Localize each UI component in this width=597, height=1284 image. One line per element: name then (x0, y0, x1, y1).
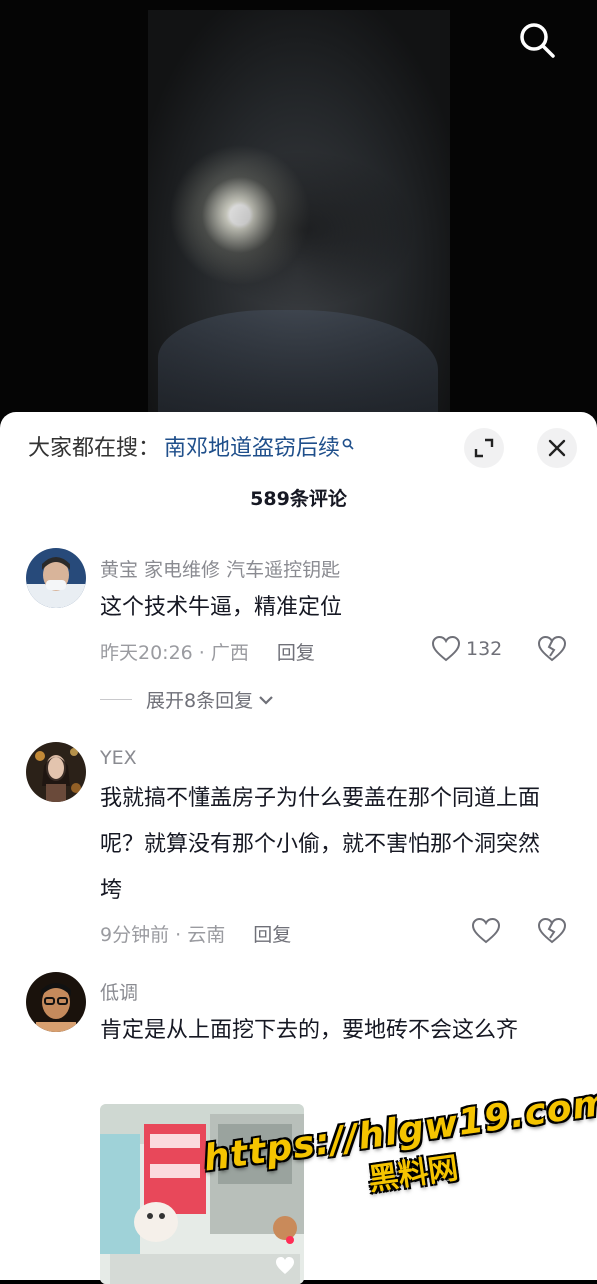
search-icon (520, 23, 555, 58)
reply-button[interactable]: 回复 (277, 638, 315, 665)
divider-line (100, 699, 132, 700)
comment-text: 肯定是从上面挖下去的，要地砖不会这么齐 (100, 1018, 519, 1043)
comment-time-location: 昨天20:26 · 广西 (100, 642, 249, 664)
reply-button[interactable]: 回复 (253, 920, 291, 947)
trending-label: 大家都在搜： (28, 436, 161, 461)
sheet-header: 大家都在搜： 南邓地道盗窃后续 589条评论 (0, 412, 597, 532)
avatar[interactable] (26, 742, 86, 802)
heart-icon (472, 918, 500, 944)
expand-replies-button[interactable]: 展开8条回复 (100, 686, 275, 713)
avatar[interactable] (26, 548, 86, 608)
broken-heart-icon (537, 635, 567, 662)
close-button[interactable] (537, 428, 577, 468)
chevron-down-icon (259, 695, 273, 705)
comment-username[interactable]: 黄宝 家电维修 汽车遥控钥匙 (100, 555, 340, 582)
avatar[interactable] (26, 972, 86, 1032)
trending-query-link[interactable]: 南邓地道盗窃后续 (164, 434, 340, 464)
search-button[interactable] (515, 18, 559, 62)
like-button[interactable]: 132 (432, 636, 502, 662)
expand-sheet-button[interactable] (464, 428, 504, 468)
broken-heart-icon (537, 917, 567, 944)
comment-text: 这个技术牛逼，精准定位 (100, 595, 343, 620)
comment-text: 我就搞不懂盖房子为什么要盖在那个同道上面呢？就算没有那个小偷，就不害怕那个洞突然… (100, 786, 541, 903)
comment-time-location: 9分钟前 · 云南 (100, 924, 226, 946)
video-frame[interactable] (148, 10, 450, 430)
dislike-button[interactable] (537, 635, 567, 666)
video-player[interactable] (0, 0, 597, 440)
tunnel-hole (188, 150, 418, 310)
dislike-button[interactable] (537, 917, 567, 948)
comment-username[interactable]: YEX (100, 747, 137, 769)
comment-meta: 昨天20:26 · 广西 回复 (100, 638, 315, 665)
comment-username[interactable]: 低调 (100, 978, 138, 1005)
comment-meta: 9分钟前 · 云南 回复 (100, 920, 291, 947)
close-icon (548, 439, 566, 457)
expand-replies-label: 展开8条回复 (146, 690, 254, 712)
like-count: 132 (466, 638, 503, 660)
expand-icon (474, 438, 494, 458)
comment-count: 589条评论 (250, 488, 347, 510)
search-icon (342, 438, 354, 450)
like-button[interactable] (472, 918, 500, 944)
heart-icon (432, 636, 460, 662)
trending-search: 大家都在搜： 南邓地道盗窃后续 (28, 434, 354, 464)
